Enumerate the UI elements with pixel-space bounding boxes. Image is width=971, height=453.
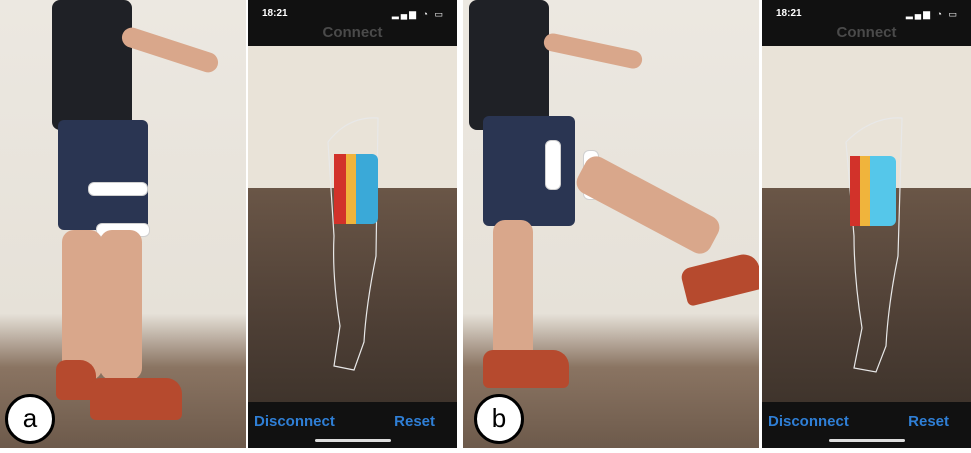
- heatmap-warm-zone: [346, 154, 356, 224]
- shoe: [483, 350, 569, 388]
- home-indicator: [314, 439, 391, 442]
- heatmap-warm-zone: [860, 156, 870, 226]
- status-icons: ▂▄▆ ◔ ▭: [905, 9, 959, 19]
- person-arm: [119, 25, 221, 75]
- heatmap-hot-zone: [850, 156, 860, 226]
- bottom-bar: Disconnect Reset: [762, 402, 971, 448]
- status-time: 18:21: [776, 8, 802, 19]
- status-icons: ▂▄▆ ◔ ▭: [391, 9, 445, 19]
- bottom-bar: Disconnect Reset: [248, 402, 457, 448]
- person-leg: [493, 220, 533, 370]
- photo-a: a: [0, 0, 246, 448]
- leg-wireframe-model: [845, 117, 903, 373]
- shoe: [90, 378, 182, 420]
- heatmap-hot-zone: [334, 154, 346, 224]
- photo-b: b: [463, 0, 759, 448]
- ar-scene: [762, 46, 971, 402]
- disconnect-button[interactable]: Disconnect: [254, 413, 335, 430]
- person-shirt: [52, 0, 132, 130]
- status-bar: 18:21 ▂▄▆ ◔ ▭ Connect: [762, 0, 971, 46]
- home-indicator: [828, 439, 905, 442]
- leg-wireframe-model: [327, 117, 379, 371]
- status-bar: 18:21 ▂▄▆ ◔ ▭ Connect: [248, 0, 457, 46]
- connect-button[interactable]: Connect: [248, 24, 457, 41]
- ar-scene: [248, 46, 457, 402]
- panel-label-badge: b: [474, 394, 524, 444]
- status-time: 18:21: [262, 8, 288, 19]
- person-leg: [100, 230, 142, 380]
- person-arm: [542, 31, 644, 71]
- disconnect-button[interactable]: Disconnect: [768, 413, 849, 430]
- reset-button[interactable]: Reset: [908, 413, 949, 430]
- person-shorts: [58, 120, 148, 230]
- phone-screen-a: 18:21 ▂▄▆ ◔ ▭ Connect Disconnect Reset: [248, 0, 457, 448]
- connect-button[interactable]: Connect: [762, 24, 971, 41]
- sensor-band: [88, 182, 148, 196]
- person-shirt: [469, 0, 549, 130]
- phone-screen-b: 18:21 ▂▄▆ ◔ ▭ Connect Disconnect Reset: [762, 0, 971, 448]
- person-leg: [62, 230, 102, 380]
- shoe: [679, 251, 759, 307]
- panel-label-badge: a: [5, 394, 55, 444]
- person-leg-raised: [572, 152, 724, 258]
- sensor-band: [545, 140, 561, 190]
- reset-button[interactable]: Reset: [394, 413, 435, 430]
- person-shorts: [483, 116, 575, 226]
